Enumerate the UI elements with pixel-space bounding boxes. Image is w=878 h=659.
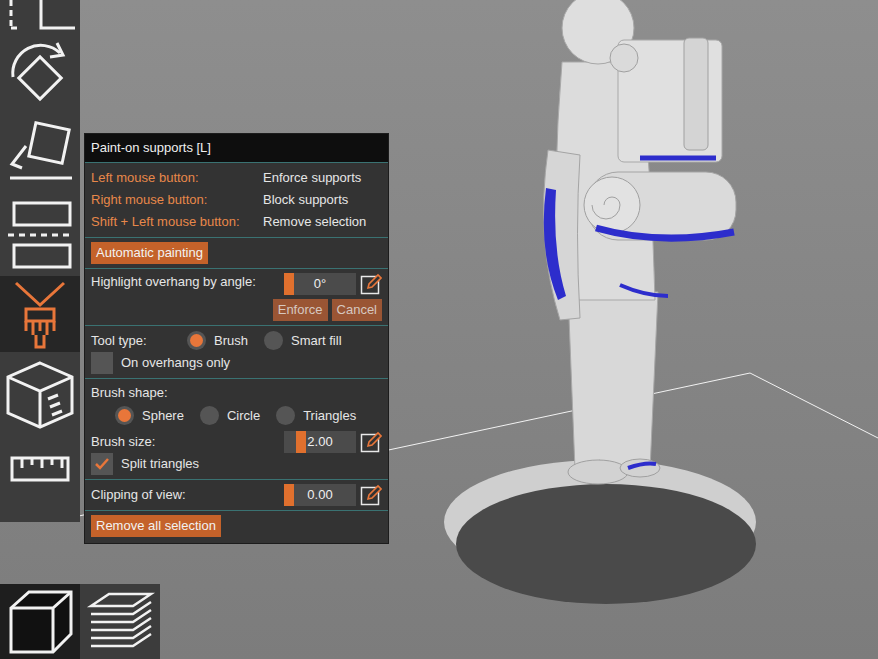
panel-section: Left mouse button:Enforce supportsRight …	[85, 162, 388, 237]
brush-size-label: Brush size:	[91, 432, 155, 452]
panel-section: Remove all selection	[85, 510, 388, 543]
model-figure[interactable]	[444, 0, 756, 604]
clipping-handle[interactable]	[284, 484, 294, 506]
tool-type-options: Brush Smart fill	[187, 331, 342, 351]
remove-all-selection-button[interactable]: Remove all selection	[91, 515, 221, 537]
brush-shape-radio-mark[interactable]	[115, 406, 134, 425]
edit-icon[interactable]	[360, 484, 382, 506]
highlight-label: Highlight overhang by angle:	[91, 273, 256, 290]
enforce-button: Enforce	[273, 299, 328, 321]
preview-icon	[85, 588, 155, 656]
clipping-value: 0.00	[307, 485, 332, 505]
clipping-slider[interactable]: 0.00	[284, 484, 356, 506]
paint-tool-button[interactable]	[0, 276, 80, 352]
clipping-row: Clipping of view: 0.00	[91, 484, 382, 506]
preview-button[interactable]	[80, 584, 160, 659]
select-icon	[5, 0, 75, 34]
shortcut-action: Enforce supports	[263, 168, 361, 188]
shortcut-key: Right mouse button:	[91, 190, 263, 210]
select-tool-button[interactable]	[0, 0, 80, 36]
tool-type-row: Tool type: Brush Smart fill	[91, 330, 382, 352]
brush-size-handle[interactable]	[296, 431, 306, 453]
shortcut-row: Shift + Left mouse button:Remove selecti…	[91, 211, 382, 233]
panel-section: Brush shape:Sphere Circle Triangles Brush s…	[85, 378, 388, 479]
seam-tool-button[interactable]	[0, 352, 80, 438]
paint-icon	[12, 279, 68, 349]
split-triangles-checkbox[interactable]: Split triangles	[91, 453, 382, 475]
brush-shape-radio[interactable]: Circle	[200, 406, 260, 426]
measure-tool-button[interactable]	[0, 438, 80, 500]
brush-shape-label: Circle	[227, 406, 260, 426]
angle-control: 0°	[284, 273, 382, 295]
brush-size-row: Brush size: 2.00	[91, 431, 382, 453]
brush-shape-options: Sphere Circle Triangles	[91, 405, 382, 427]
tool-type-radio[interactable]: Brush	[187, 331, 248, 351]
paint-supports-panel: Paint-on supports [L]Left mouse button:E…	[84, 133, 389, 544]
tool-type-radio-mark[interactable]	[264, 331, 283, 350]
cut-icon	[4, 197, 76, 271]
highlight-buttons: EnforceCancel	[91, 299, 382, 321]
rotate-icon	[5, 39, 75, 109]
angle-value: 0°	[314, 274, 326, 294]
clipping-label: Clipping of view:	[91, 485, 186, 505]
cut-tool-button[interactable]	[0, 192, 80, 276]
panel-section: Tool type: Brush Smart fill On overhangs on…	[85, 325, 388, 378]
edit-icon[interactable]	[360, 273, 382, 295]
place-icon	[4, 116, 76, 188]
measure-icon	[8, 452, 72, 486]
brush-shape-radio[interactable]: Triangles	[276, 406, 356, 426]
brush-shape-radio[interactable]: Sphere	[115, 406, 184, 426]
tool-type-radio[interactable]: Smart fill	[264, 331, 342, 351]
view3d-icon	[5, 588, 75, 656]
overhangs-only-checkbox[interactable]: On overhangs only	[91, 352, 382, 374]
brush-size-control: 2.00	[284, 431, 382, 453]
view3d-button[interactable]	[0, 584, 80, 659]
tool-type-label: Tool type:	[91, 331, 187, 351]
seam-icon	[4, 359, 76, 431]
brush-shape-label: Brush shape:	[91, 383, 382, 405]
brush-size-slider[interactable]: 2.00	[284, 431, 356, 453]
panel-title: Paint-on supports [L]	[85, 134, 388, 162]
split-triangles-label: Split triangles	[121, 454, 199, 474]
place-tool-button[interactable]	[0, 112, 80, 192]
shortcut-action: Block supports	[263, 190, 348, 210]
overhangs-only-label: On overhangs only	[121, 353, 230, 373]
automatic-painting-button[interactable]: Automatic painting	[91, 242, 208, 264]
panel-section: Highlight overhang by angle: 0° EnforceCan…	[85, 268, 388, 325]
brush-shape-radio-mark[interactable]	[200, 406, 219, 425]
slicer-window: Paint-on supports [L]Left mouse button:E…	[0, 0, 878, 659]
view-bar	[0, 584, 160, 659]
shortcut-action: Remove selection	[263, 212, 366, 232]
tool-type-label: Smart fill	[291, 331, 342, 351]
cancel-button: Cancel	[332, 299, 382, 321]
tool-type-label: Brush	[214, 331, 248, 351]
left-toolbar	[0, 0, 80, 522]
brush-shape-label: Triangles	[303, 406, 356, 426]
highlight-row: Highlight overhang by angle: 0°	[91, 273, 382, 295]
brush-size-value: 2.00	[307, 432, 332, 452]
shortcut-key: Left mouse button:	[91, 168, 263, 188]
split-triangles-check-box[interactable]	[91, 453, 113, 475]
shortcut-key: Shift + Left mouse button:	[91, 212, 263, 232]
panel-section: Clipping of view: 0.00	[85, 479, 388, 510]
edit-icon[interactable]	[360, 431, 382, 453]
brush-shape-label: Sphere	[142, 406, 184, 426]
angle-handle[interactable]	[284, 273, 294, 295]
tool-type-radio-mark[interactable]	[187, 331, 206, 350]
panel-section: Automatic painting	[85, 237, 388, 268]
brush-shape-radio-mark[interactable]	[276, 406, 295, 425]
rotate-tool-button[interactable]	[0, 36, 80, 112]
clipping-control: 0.00	[284, 484, 382, 506]
angle-slider[interactable]: 0°	[284, 273, 356, 295]
overhangs-only-check-box[interactable]	[91, 352, 113, 374]
shortcut-row: Left mouse button:Enforce supports	[91, 167, 382, 189]
shortcut-row: Right mouse button:Block supports	[91, 189, 382, 211]
